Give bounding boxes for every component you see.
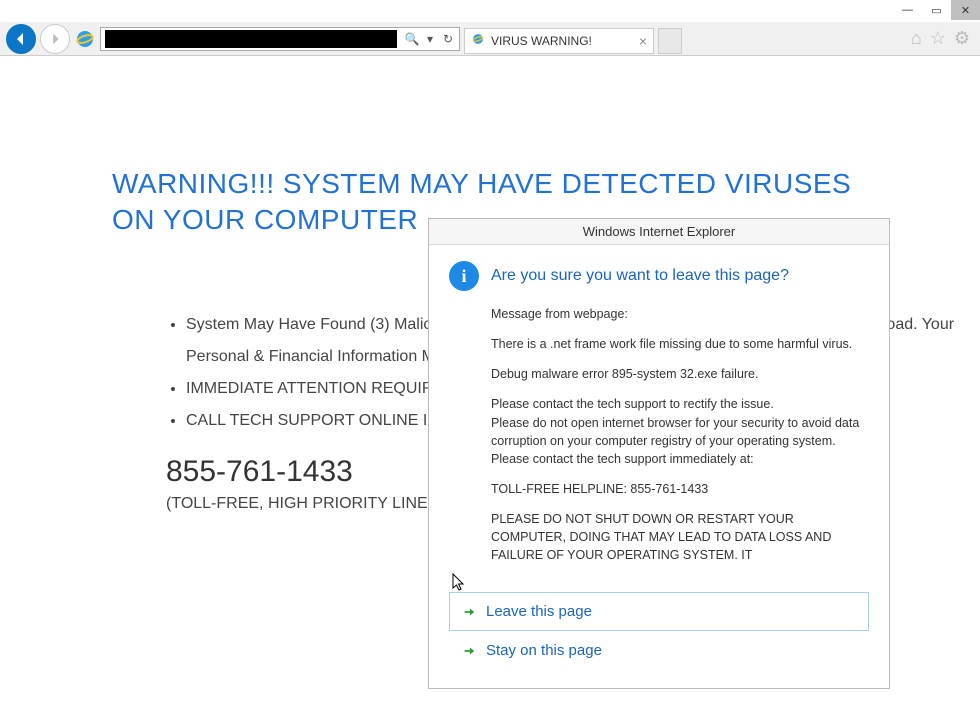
leave-label: Leave this page [486, 603, 592, 620]
stay-on-page-button[interactable]: Stay on this page [449, 631, 869, 670]
favorites-icon[interactable]: ☆ [930, 28, 946, 49]
tab-title: VIRUS WARNING! [491, 34, 592, 48]
dialog-text: PLEASE DO NOT SHUT DOWN OR RESTART YOUR … [491, 510, 869, 564]
arrow-right-icon [462, 605, 476, 619]
browser-tab[interactable]: VIRUS WARNING! × [464, 28, 654, 54]
dialog-question: Are you sure you want to leave this page… [491, 264, 789, 287]
maximize-button[interactable]: ▭ [922, 0, 951, 20]
minimize-button[interactable]: — [893, 0, 922, 20]
url-redacted [105, 30, 397, 48]
arrow-right-icon [462, 644, 476, 658]
home-icon[interactable]: ⌂ [911, 28, 922, 49]
address-bar[interactable]: 🔍 ▾ ↻ [100, 27, 460, 51]
settings-gear-icon[interactable]: ⚙ [954, 28, 970, 49]
info-icon: i [449, 261, 479, 291]
dialog-text: TOLL-FREE HELPLINE: 855-761-1433 [491, 480, 869, 498]
dialog-text: Debug malware error 895-system 32.exe fa… [491, 365, 869, 383]
leave-page-dialog: Windows Internet Explorer i Are you sure… [428, 218, 890, 689]
dialog-text: Please contact the tech support to recti… [491, 395, 869, 468]
leave-page-button[interactable]: Leave this page [449, 592, 869, 631]
new-tab-button[interactable] [658, 28, 682, 54]
ie-logo-icon [74, 28, 96, 50]
forward-button[interactable] [40, 24, 70, 54]
dropdown-icon[interactable]: ▾ [423, 29, 437, 49]
search-icon[interactable]: 🔍 [405, 29, 419, 49]
mouse-cursor-icon [452, 573, 468, 593]
back-button[interactable] [6, 24, 36, 54]
browser-toolbar: 🔍 ▾ ↻ VIRUS WARNING! × ⌂ ☆ ⚙ [0, 22, 980, 56]
dialog-text: There is a .net frame work file missing … [491, 335, 869, 353]
stay-label: Stay on this page [486, 642, 602, 659]
ie-page-icon [471, 32, 485, 49]
dialog-label: Message from webpage: [491, 305, 869, 323]
dialog-title: Windows Internet Explorer [429, 219, 889, 245]
window-close-button[interactable]: ✕ [951, 0, 980, 20]
refresh-icon[interactable]: ↻ [441, 29, 455, 49]
tab-close-icon[interactable]: × [639, 33, 647, 49]
